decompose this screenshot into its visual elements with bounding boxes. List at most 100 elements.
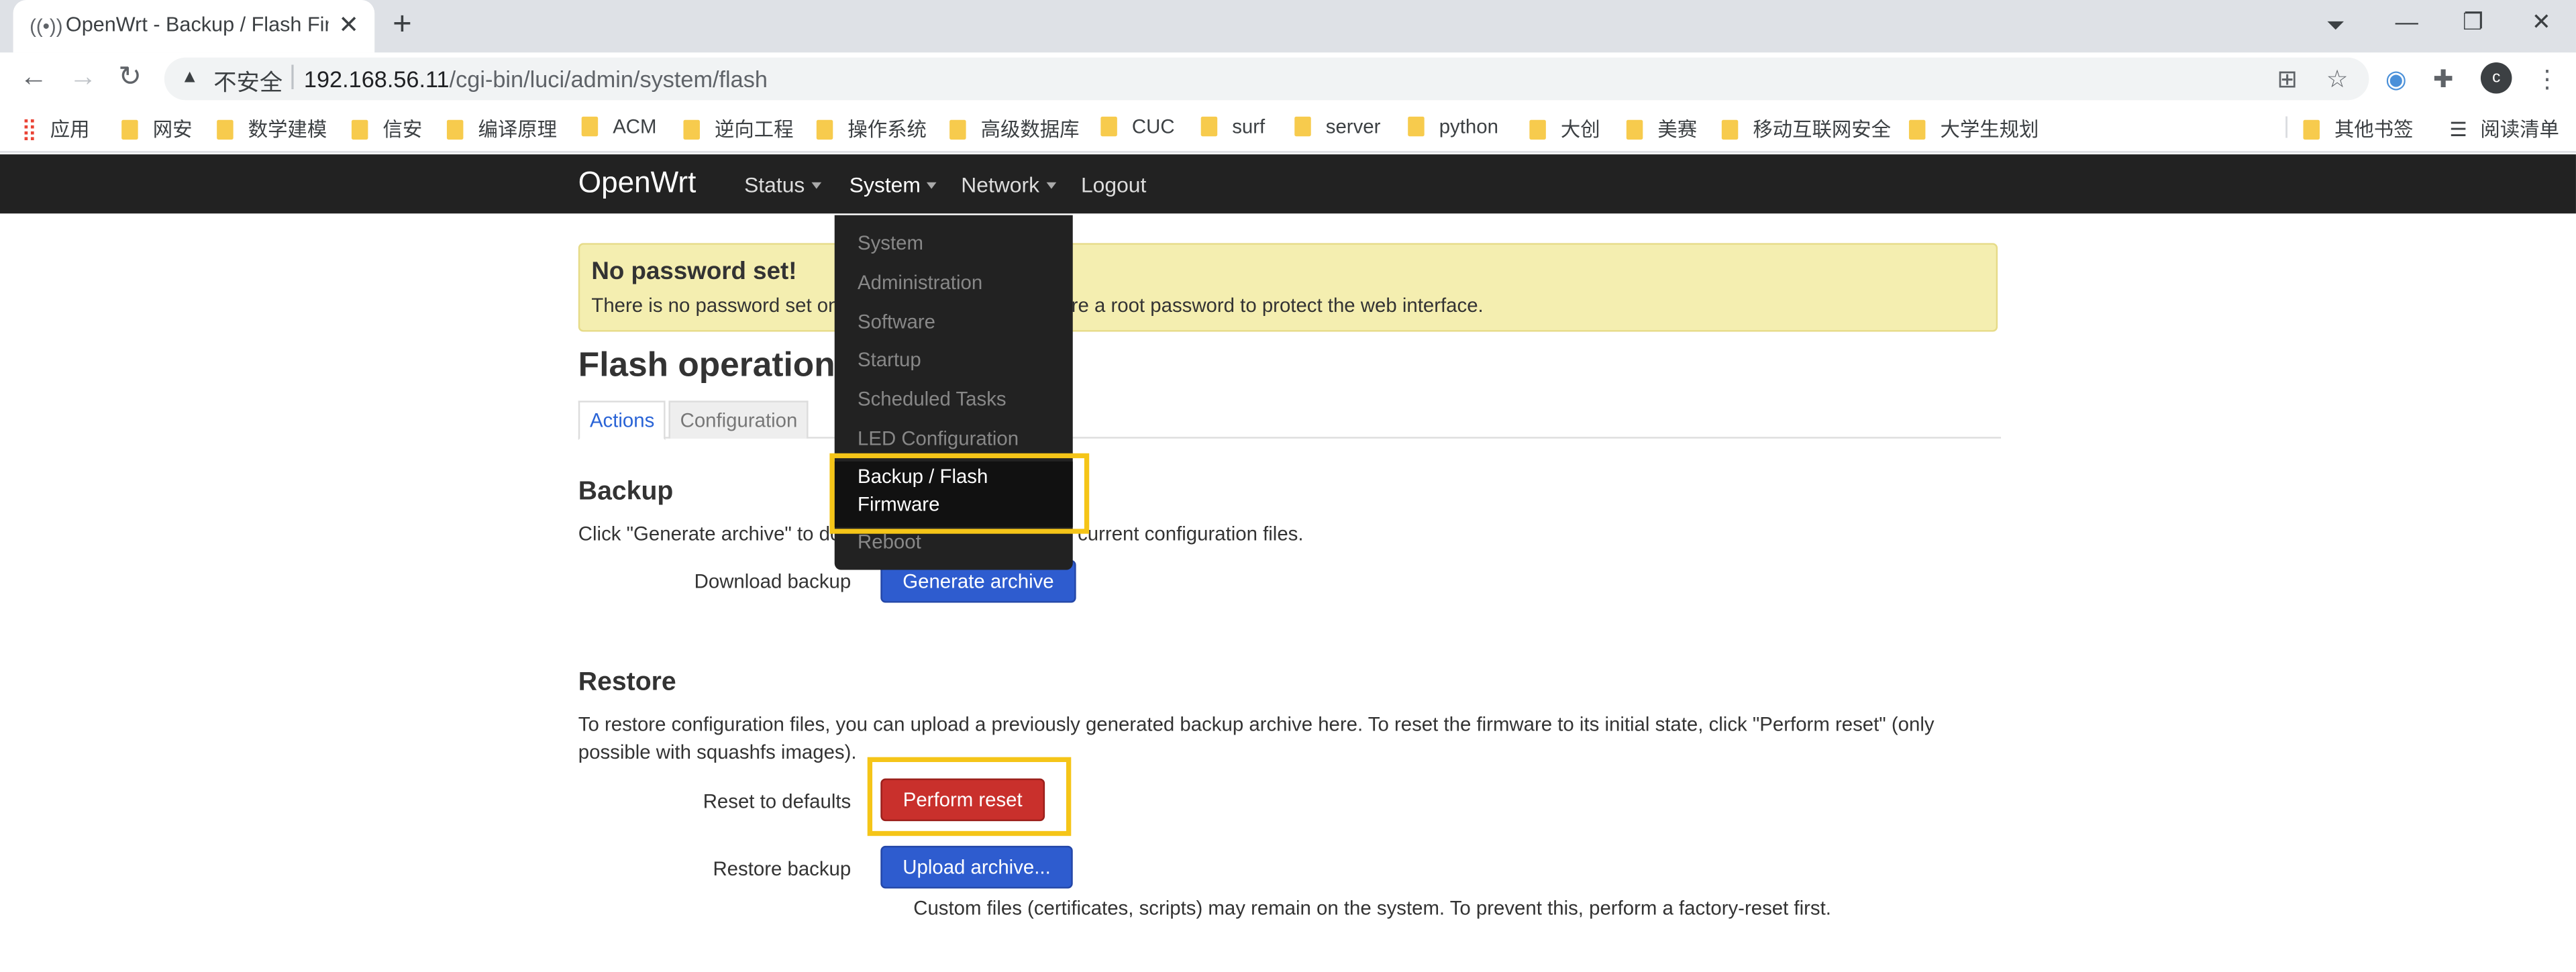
profile-avatar[interactable]: c: [2480, 62, 2512, 94]
bookmark-folder[interactable]: 数学建模: [217, 115, 327, 143]
other-bookmarks[interactable]: 其他书签: [2303, 115, 2414, 143]
bookmark-label: 大学生规划: [1940, 118, 2039, 142]
window-close-icon[interactable]: ✕: [2532, 8, 2551, 36]
extensions-puzzle-icon[interactable]: ✚: [2433, 64, 2454, 94]
tab-title: OpenWrt - Backup / Flash Firm: [65, 13, 329, 36]
tab-actions[interactable]: Actions: [578, 400, 666, 441]
reset-defaults-label: Reset to defaults: [703, 790, 852, 813]
translate-icon[interactable]: ⊞: [2277, 64, 2298, 94]
bookmark-folder[interactable]: 大创: [1529, 115, 1600, 143]
bookmark-label: 数学建模: [248, 118, 327, 142]
folder-icon: [816, 119, 833, 140]
bookmark-folder[interactable]: 大学生规划: [1908, 115, 2039, 143]
caret-down-icon: [1045, 182, 1056, 189]
dropdown-item-administration[interactable]: Administration: [858, 271, 982, 294]
restore-backup-label: Restore backup: [713, 857, 852, 881]
folder-icon: [446, 119, 464, 140]
bookmark-folder[interactable]: surf: [1200, 115, 1266, 138]
warning-icon[interactable]: ▲: [181, 67, 199, 87]
perform-reset-button[interactable]: Perform reset: [880, 778, 1045, 822]
bookmark-label: 信安: [382, 118, 423, 142]
menu-label: Network: [961, 172, 1040, 197]
apps-grid-icon: ⣿: [21, 116, 38, 142]
bookmarks-divider: |: [2283, 111, 2290, 138]
menu-label: System: [849, 172, 921, 197]
tab-favicon-icon: ((•)): [30, 15, 63, 38]
no-password-alert: [578, 243, 1998, 332]
dropdown-item-software[interactable]: Software: [858, 311, 935, 333]
openwrt-navbar: [0, 154, 2576, 214]
bookmark-label: CUC: [1131, 115, 1175, 138]
insecure-label[interactable]: 不安全: [213, 66, 282, 99]
bookmark-label: server: [1325, 115, 1381, 138]
folder-icon: [2303, 119, 2320, 140]
bookmark-folder[interactable]: 移动互联网安全: [1721, 115, 1891, 143]
restore-note: Custom files (certificates, scripts) may…: [913, 896, 1831, 920]
folder-icon: [1529, 119, 1546, 140]
back-icon[interactable]: ←: [19, 61, 48, 94]
upload-archive-button[interactable]: Upload archive...: [880, 845, 1073, 889]
menu-system[interactable]: System: [849, 172, 937, 197]
minimize-icon[interactable]: —: [2395, 8, 2418, 34]
bookmark-folder[interactable]: 高级数据库: [949, 115, 1080, 143]
folder-icon: [1721, 119, 1739, 140]
folder-icon: [217, 119, 234, 140]
menu-logout[interactable]: Logout: [1081, 172, 1146, 197]
folder-icon: [1200, 116, 1218, 137]
bookmark-folder[interactable]: 信安: [351, 115, 423, 143]
bookmark-folder[interactable]: server: [1294, 115, 1380, 138]
bookmark-label: 其他书签: [2334, 118, 2414, 142]
folder-icon: [351, 119, 368, 140]
restore-icon[interactable]: ❐: [2463, 8, 2483, 36]
reading-list[interactable]: ☰ 阅读清单: [2449, 115, 2559, 143]
url-text[interactable]: 192.168.56.11/cgi-bin/luci/admin/system/…: [304, 66, 768, 92]
bookmark-folder[interactable]: CUC: [1100, 115, 1175, 138]
extension-app-icon[interactable]: ◉: [2385, 64, 2407, 94]
brand-logo[interactable]: OpenWrt: [578, 166, 697, 200]
bookmark-star-icon[interactable]: ☆: [2326, 64, 2349, 94]
bookmark-folder[interactable]: 编译原理: [446, 115, 558, 143]
new-tab-icon[interactable]: +: [393, 7, 412, 44]
tab-close-icon[interactable]: ✕: [338, 10, 359, 40]
download-backup-label: Download backup: [694, 570, 852, 593]
menu-label: Status: [744, 172, 805, 197]
dropdown-item-startup[interactable]: Startup: [858, 348, 921, 371]
folder-icon: [1626, 119, 1643, 140]
bookmark-folder[interactable]: ACM: [581, 115, 657, 138]
bookmark-label: 网安: [152, 118, 193, 142]
tab-search-icon[interactable]: ⏷: [2326, 11, 2345, 40]
bookmark-folder[interactable]: 美赛: [1626, 115, 1697, 143]
bookmark-label: ACM: [613, 115, 657, 138]
bookmark-folder[interactable]: 逆向工程: [683, 115, 794, 143]
restore-description-line1: To restore configuration files, you can …: [578, 712, 1935, 736]
dropdown-item-led-configuration[interactable]: LED Configuration: [858, 427, 1019, 450]
dropdown-item-reboot[interactable]: Reboot: [858, 531, 921, 553]
bookmark-folder[interactable]: python: [1408, 115, 1498, 138]
bookmark-label: 阅读清单: [2480, 118, 2559, 142]
folder-icon: [949, 119, 966, 140]
folder-icon: [1100, 116, 1117, 137]
folder-icon: [1408, 116, 1425, 137]
menu-network[interactable]: Network: [961, 172, 1056, 197]
dropdown-item-system[interactable]: System: [858, 231, 923, 254]
tab-configuration[interactable]: Configuration: [668, 400, 809, 439]
forward-icon[interactable]: →: [69, 61, 97, 94]
bookmark-apps[interactable]: ⣿ 应用: [21, 115, 90, 143]
bookmark-label: 编译原理: [478, 118, 558, 142]
page-title: Flash operations: [578, 346, 855, 384]
bookmark-folder[interactable]: 操作系统: [816, 115, 927, 143]
dropdown-item-scheduled-tasks[interactable]: Scheduled Tasks: [858, 388, 1007, 411]
chrome-menu-icon[interactable]: ⋮: [2535, 64, 2560, 94]
folder-icon: [1294, 116, 1311, 137]
caret-down-icon: [811, 182, 821, 189]
folder-icon: [121, 119, 138, 140]
browser-tab-strip: [0, 0, 2576, 53]
bookmark-folder[interactable]: 网安: [121, 115, 192, 143]
bookmark-label: 高级数据库: [980, 118, 1080, 142]
menu-status[interactable]: Status: [744, 172, 821, 197]
folder-icon: [683, 119, 700, 140]
reload-icon[interactable]: ↻: [118, 61, 142, 94]
restore-heading: Restore: [578, 668, 676, 697]
backup-flash-highlight: [829, 453, 1090, 534]
bookmark-label: surf: [1232, 115, 1266, 138]
